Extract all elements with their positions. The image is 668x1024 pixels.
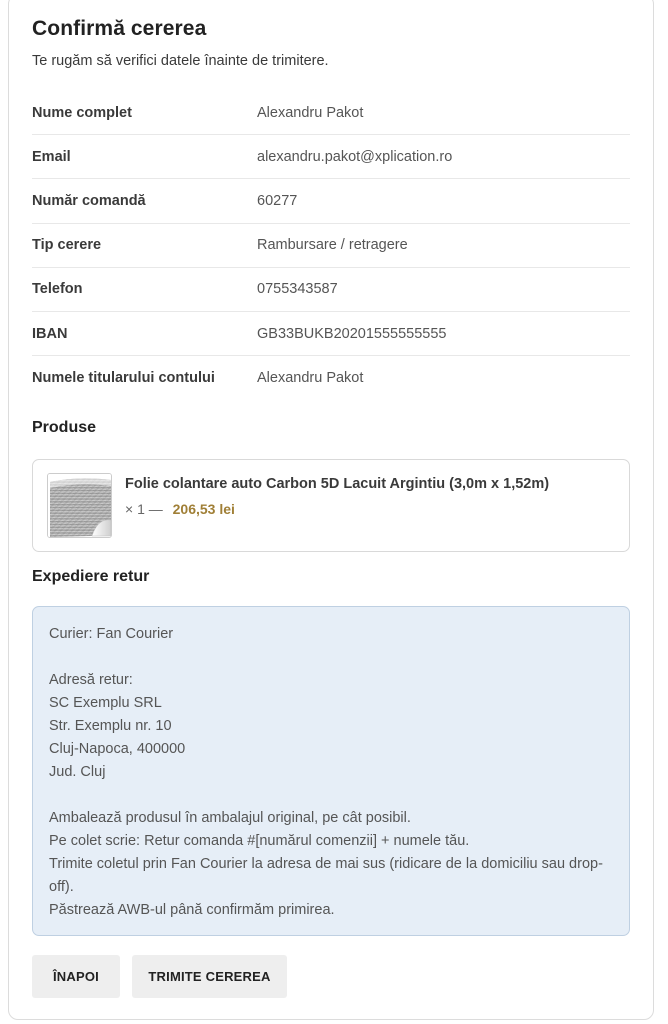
detail-label: Telefon xyxy=(32,281,83,298)
return-address-line: Cluj-Napoca, 400000 xyxy=(49,741,186,757)
detail-value: Rambursare / retragere xyxy=(257,237,408,254)
details-list: Nume complet Alexandru Pakot Email alexa… xyxy=(32,91,630,400)
shipping-info-box: Curier: Fan Courier Adresă retur: SC Exe… xyxy=(32,606,630,936)
product-thumbnail xyxy=(47,473,112,538)
return-address-line: Str. Exemplu nr. 10 xyxy=(49,718,172,734)
shipping-section-title: Expediere retur xyxy=(32,568,150,585)
detail-value: GB33BUKB20201555555555 xyxy=(257,325,447,342)
detail-value: Alexandru Pakot xyxy=(257,104,364,121)
detail-label: Nume complet xyxy=(32,104,132,121)
back-button[interactable]: ÎNAPOI xyxy=(32,955,120,998)
detail-row-request-type: Tip cerere Rambursare / retragere xyxy=(32,224,630,268)
shipping-instruction: Pe colet scrie: Retur comanda #[numărul … xyxy=(49,833,470,849)
detail-label: Numele titularului contului xyxy=(32,370,215,387)
detail-row-email: Email alexandru.pakot@xplication.ro xyxy=(32,135,630,180)
detail-row-iban: IBAN GB33BUKB20201555555555 xyxy=(32,312,630,357)
detail-row-name: Nume complet Alexandru Pakot xyxy=(32,91,630,136)
shipping-instruction: Ambalează produsul în ambalajul original… xyxy=(49,810,411,826)
detail-label: Tip cerere xyxy=(32,237,102,254)
detail-label: Număr comandă xyxy=(32,192,146,209)
detail-value: 0755343587 xyxy=(257,281,338,298)
page-subtitle: Te rugăm să verifici datele înainte de t… xyxy=(32,53,329,69)
product-info: Folie colantare auto Carbon 5D Lacuit Ar… xyxy=(125,476,549,517)
confirmation-card: Confirmă cererea Te rugăm să verifici da… xyxy=(8,0,654,1020)
submit-request-button[interactable]: TRIMITE CEREREA xyxy=(132,955,287,998)
carbon-foil-image-icon xyxy=(48,474,111,537)
return-address-line: SC Exemplu SRL xyxy=(49,695,162,711)
products-section-title: Produse xyxy=(32,419,97,436)
detail-row-phone: Telefon 0755343587 xyxy=(32,268,630,312)
detail-value: alexandru.pakot@xplication.ro xyxy=(257,148,453,165)
detail-value: 60277 xyxy=(257,192,298,209)
detail-label: IBAN xyxy=(32,325,68,342)
return-address-line: Jud. Cluj xyxy=(49,764,106,780)
shipping-instruction: Păstrează AWB-ul până confirmăm primirea… xyxy=(49,902,335,918)
return-address-label: Adresă retur: xyxy=(49,672,133,688)
shipping-instruction: Trimite coletul prin Fan Courier la adre… xyxy=(49,856,603,895)
product-quantity: × 1 — xyxy=(125,501,163,517)
detail-label: Email xyxy=(32,148,71,165)
product-price: 206,53 lei xyxy=(172,501,235,517)
product-card: Folie colantare auto Carbon 5D Lacuit Ar… xyxy=(32,459,630,552)
shipping-courier: Curier: Fan Courier xyxy=(49,626,174,642)
page-title: Confirmă cererea xyxy=(32,17,207,40)
product-name: Folie colantare auto Carbon 5D Lacuit Ar… xyxy=(125,476,550,492)
detail-row-order-number: Număr comandă 60277 xyxy=(32,179,630,224)
detail-value: Alexandru Pakot xyxy=(257,370,364,387)
product-quantity-line: × 1 — 206,53 lei xyxy=(125,501,549,517)
detail-row-account-holder: Numele titularului contului Alexandru Pa… xyxy=(32,356,630,400)
